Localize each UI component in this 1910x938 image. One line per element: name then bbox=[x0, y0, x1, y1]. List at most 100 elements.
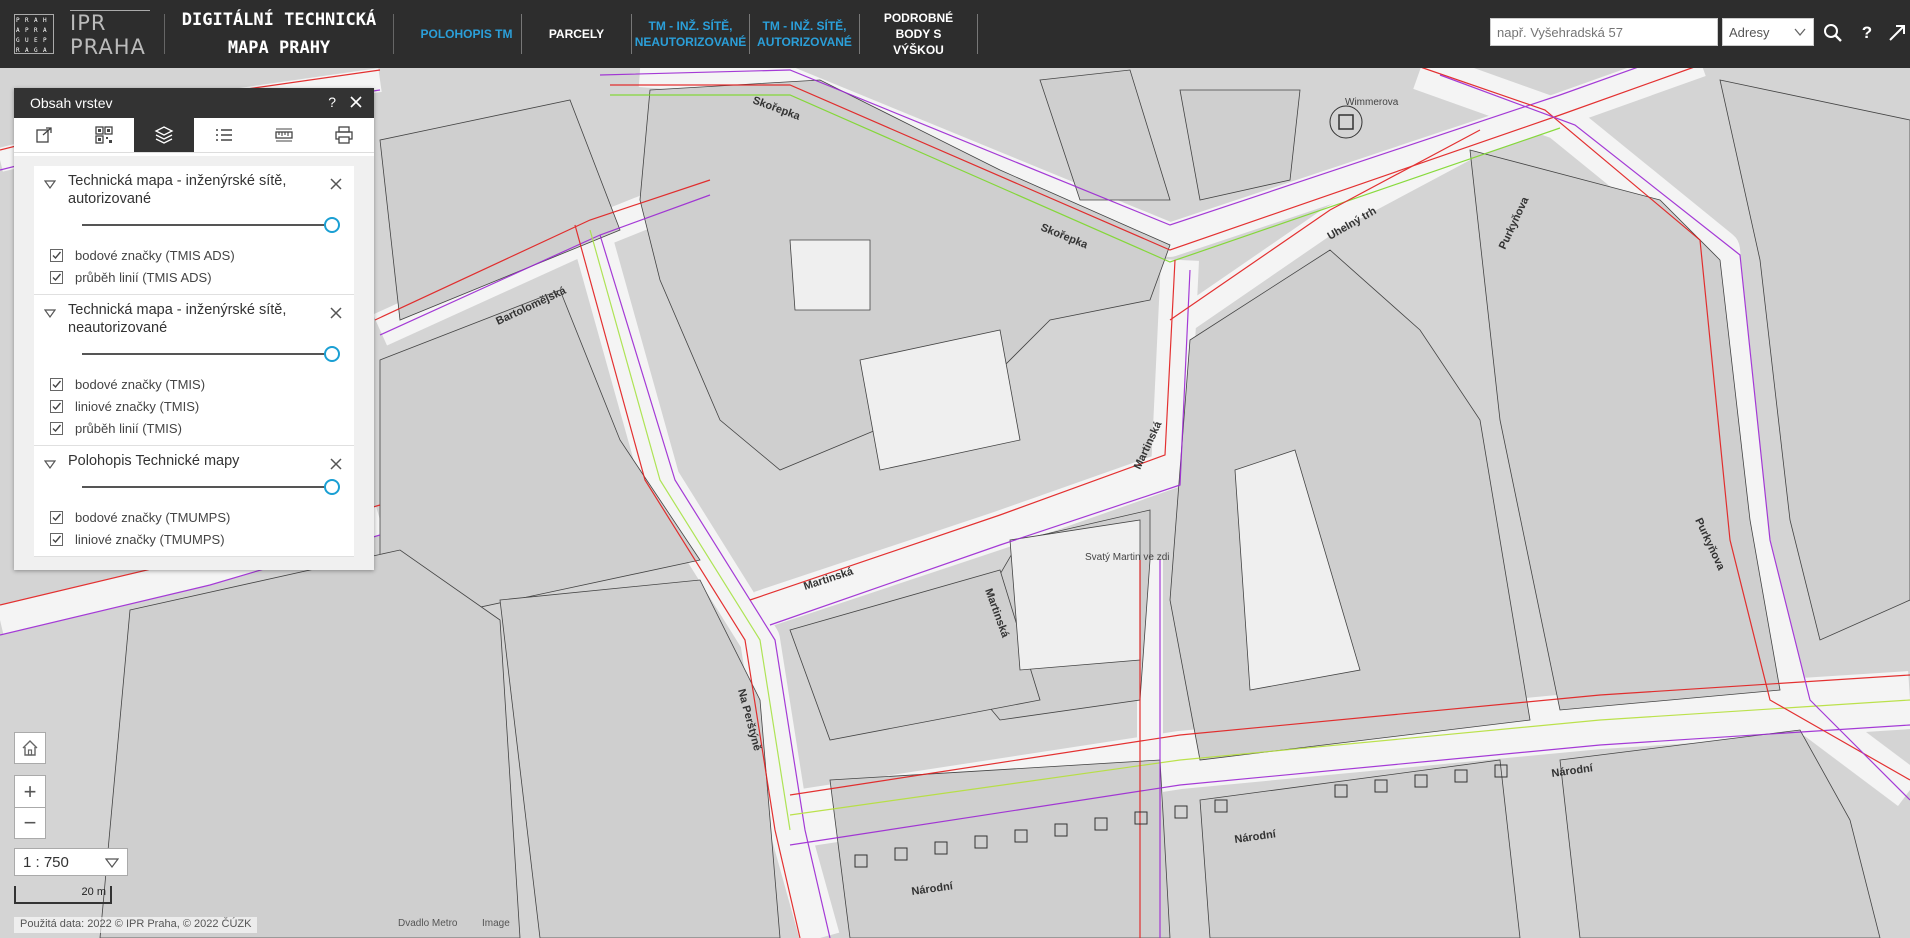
help-button[interactable]: ? bbox=[1856, 22, 1878, 44]
header-separator bbox=[164, 14, 165, 54]
layer-panel: Obsah vrstev ? Technická mapa - inženýrs… bbox=[14, 88, 374, 570]
top-header: PRAHAPRAGUEPRAGA IPR PRAHA DIGITÁLNÍ TEC… bbox=[0, 0, 1910, 68]
checkmark-icon bbox=[52, 513, 62, 521]
layer-item[interactable]: průběh linií (TMIS ADS) bbox=[50, 266, 344, 288]
logo-word-praha: PRAHA bbox=[70, 34, 146, 59]
slider-knob[interactable] bbox=[324, 346, 340, 362]
home-icon bbox=[22, 740, 38, 756]
tab-layers[interactable] bbox=[134, 118, 194, 152]
tab-measure[interactable] bbox=[254, 118, 314, 152]
layer-group: Technická mapa - inženýrské sítě, autori… bbox=[34, 166, 354, 295]
checkbox-checked[interactable] bbox=[50, 399, 63, 413]
tab-legend[interactable] bbox=[194, 118, 254, 152]
tab-qr[interactable] bbox=[74, 118, 134, 152]
layer-panel-title: Obsah vrstev bbox=[30, 95, 113, 111]
nav-label: TM - INŽ. SÍTĚ, bbox=[762, 19, 847, 33]
opacity-slider[interactable] bbox=[82, 476, 340, 498]
layer-item-label: bodové značky (TMIS ADS) bbox=[75, 247, 235, 263]
address-search-input[interactable] bbox=[1490, 18, 1718, 46]
layer-group: Polohopis Technické mapy bodové značky (… bbox=[34, 446, 354, 557]
search-type-value: Adresy bbox=[1729, 25, 1770, 40]
logo-letter: A bbox=[25, 47, 29, 54]
layer-list: Technická mapa - inženýrské sítě, autori… bbox=[14, 156, 374, 570]
tab-print[interactable] bbox=[314, 118, 374, 152]
layer-item-label: průběh linií (TMIS ADS) bbox=[75, 269, 212, 285]
layer-item-label: liniové značky (TMUMPS) bbox=[75, 531, 225, 547]
attribution-tertiary: Image bbox=[482, 918, 510, 929]
nav-parcely[interactable]: PARCELY bbox=[522, 14, 632, 54]
scale-bar-label: 20 m bbox=[81, 886, 106, 898]
checkmark-icon bbox=[52, 273, 62, 281]
share-button[interactable] bbox=[1886, 22, 1908, 44]
panel-help-button[interactable]: ? bbox=[328, 94, 336, 110]
qr-icon bbox=[95, 126, 113, 144]
checkbox-checked[interactable] bbox=[50, 421, 63, 435]
scale-bar: 20 m bbox=[14, 886, 112, 904]
collapse-triangle-icon[interactable] bbox=[44, 460, 56, 470]
layers-icon bbox=[154, 126, 174, 144]
close-icon[interactable] bbox=[346, 92, 366, 112]
layer-item[interactable]: bodové značky (TMUMPS) bbox=[50, 506, 344, 528]
nav-tm-inz-site-autorizovane[interactable]: TM - INŽ. SÍTĚ, AUTORIZOVANÉ bbox=[750, 14, 860, 54]
app-title[interactable]: DIGITÁLNÍ TECHNICKÁ MAPA PRAHY bbox=[179, 6, 379, 62]
layer-item-label: bodové značky (TMUMPS) bbox=[75, 509, 231, 525]
checkmark-icon bbox=[52, 251, 62, 259]
top-nav: POLOHOPIS TM PARCELY TM - INŽ. SÍTĚ, NEA… bbox=[412, 0, 978, 68]
ipr-praha-logo[interactable]: PRAHAPRAGUEPRAGA IPR PRAHA bbox=[0, 0, 150, 68]
nav-podrobne-body[interactable]: PODROBNÉ BODY S VÝŠKOU bbox=[860, 11, 978, 57]
chevron-down-icon bbox=[105, 858, 119, 868]
logo-letter: H bbox=[43, 17, 47, 24]
list-icon bbox=[216, 129, 232, 141]
nav-tm-inz-site-neautorizovane[interactable]: TM - INŽ. SÍTĚ, NEAUTORIZOVANÉ bbox=[632, 14, 750, 54]
search-type-select[interactable]: Adresy bbox=[1722, 18, 1814, 46]
checkbox-checked[interactable] bbox=[50, 510, 63, 524]
logo-letter: R bbox=[25, 17, 29, 24]
collapse-triangle-icon[interactable] bbox=[44, 309, 56, 319]
app-title-line-2: MAPA PRAHY bbox=[227, 38, 331, 58]
close-icon[interactable] bbox=[328, 456, 344, 472]
zoom-out-button[interactable]: − bbox=[14, 807, 46, 839]
layer-item-label: průběh linií (TMIS) bbox=[75, 420, 182, 436]
checkbox-checked[interactable] bbox=[50, 270, 63, 284]
attribution-secondary: Dvadlo Metro bbox=[398, 918, 458, 929]
logo-letter: P bbox=[25, 27, 29, 34]
layer-group-title: Technická mapa - inženýrské sítě, neauto… bbox=[68, 302, 287, 336]
tab-export[interactable] bbox=[14, 118, 74, 152]
checkmark-icon bbox=[52, 380, 62, 388]
logo-grid: PRAHAPRAGUEPRAGA bbox=[14, 14, 54, 54]
close-icon[interactable] bbox=[328, 305, 344, 321]
logo-letter: P bbox=[43, 37, 47, 44]
search-button[interactable] bbox=[1822, 22, 1844, 44]
opacity-slider[interactable] bbox=[82, 214, 340, 236]
slider-knob[interactable] bbox=[324, 479, 340, 495]
opacity-slider[interactable] bbox=[82, 343, 340, 365]
layer-item[interactable]: průběh linií (TMIS) bbox=[50, 417, 344, 439]
checkbox-checked[interactable] bbox=[50, 377, 63, 391]
layer-item-label: bodové značky (TMIS) bbox=[75, 376, 206, 392]
home-button[interactable] bbox=[14, 732, 46, 764]
layer-group-title: Polohopis Technické mapy bbox=[68, 453, 240, 469]
building-label: Svatý Martin ve zdi bbox=[1085, 552, 1169, 563]
slider-knob[interactable] bbox=[324, 217, 340, 233]
close-icon[interactable] bbox=[328, 176, 344, 192]
checkbox-checked[interactable] bbox=[50, 248, 63, 262]
collapse-triangle-icon[interactable] bbox=[44, 180, 56, 190]
logo-letter: R bbox=[16, 47, 20, 54]
nav-label: PODROBNÉ BODY S bbox=[883, 11, 954, 41]
layer-item[interactable]: liniové značky (TMIS) bbox=[50, 395, 344, 417]
nav-polohopis-tm[interactable]: POLOHOPIS TM bbox=[412, 14, 522, 54]
layer-item[interactable]: bodové značky (TMIS ADS) bbox=[50, 244, 344, 266]
zoom-in-button[interactable]: + bbox=[14, 775, 46, 807]
layer-item[interactable]: bodové značky (TMIS) bbox=[50, 373, 344, 395]
chevron-down-icon bbox=[1794, 28, 1806, 37]
scale-select[interactable]: 1 : 750 bbox=[14, 848, 128, 876]
checkbox-checked[interactable] bbox=[50, 532, 63, 546]
nav-label: PARCELY bbox=[548, 27, 605, 41]
layer-item[interactable]: liniové značky (TMUMPS) bbox=[50, 528, 344, 550]
layer-item-label: liniové značky (TMIS) bbox=[75, 398, 200, 414]
logo-letter: A bbox=[16, 27, 20, 34]
logo-wordmark: IPR PRAHA bbox=[70, 9, 150, 59]
scale-value: 1 : 750 bbox=[23, 854, 69, 871]
share-icon bbox=[1889, 25, 1905, 41]
print-icon bbox=[335, 126, 353, 144]
